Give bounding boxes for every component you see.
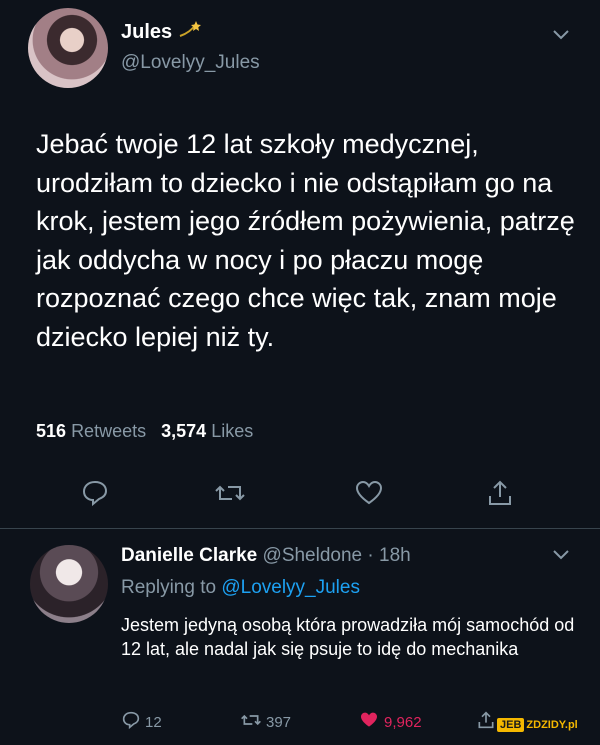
divider [0, 528, 600, 529]
watermark-text: ZDZIDY.pl [526, 719, 578, 731]
reply-reply-button[interactable]: 12 [121, 710, 162, 734]
share-button[interactable] [485, 478, 515, 513]
like-button[interactable] [354, 478, 384, 513]
reply-retweet-count: 397 [266, 713, 292, 731]
shooting-star-icon [178, 20, 202, 45]
heart-icon [354, 480, 384, 512]
replying-handle[interactable]: @Lovelyy_Jules [221, 577, 360, 598]
site-watermark: JEB ZDZIDY.pl [497, 718, 578, 732]
reply-share-button[interactable] [476, 710, 496, 734]
comment-icon [80, 480, 110, 512]
retweet-icon [240, 710, 262, 734]
share-icon [485, 480, 515, 512]
reply-avatar[interactable] [30, 545, 108, 623]
replying-to: Replying to @Lovelyy_Jules [121, 577, 360, 599]
share-icon [476, 710, 496, 734]
watermark-box: JEB [497, 718, 525, 732]
reply-like-button[interactable]: 9,962 [358, 710, 422, 734]
like-count[interactable]: 3,574 [161, 421, 206, 441]
author-handle[interactable]: @Lovelyy_Jules [121, 52, 260, 74]
reply-author-name[interactable]: Danielle Clarke [121, 545, 257, 566]
author-row: Jules [121, 20, 202, 45]
author-name[interactable]: Jules [121, 21, 172, 44]
heart-filled-icon [358, 710, 380, 734]
tweet-actions [0, 478, 600, 514]
chevron-down-icon[interactable] [552, 548, 570, 566]
like-label[interactable]: Likes [211, 421, 253, 441]
reply-reply-count: 12 [145, 713, 162, 731]
reply-handle-time[interactable]: @Sheldone · 18h [263, 545, 411, 566]
retweet-label[interactable]: Retweets [71, 421, 146, 441]
reply-button[interactable] [80, 478, 110, 513]
tweet-text: Jebać twoje 12 lat szkoły medycznej, uro… [36, 129, 575, 352]
reply-like-count: 9,962 [384, 713, 422, 731]
main-tweet: Jules @Lovelyy_Jules Jebać twoje 12 lat … [0, 0, 600, 528]
retweet-count[interactable]: 516 [36, 421, 66, 441]
avatar[interactable] [28, 8, 108, 88]
tweet-stats: 516 Retweets 3,574 Likes [36, 421, 253, 442]
chevron-down-icon[interactable] [552, 28, 570, 46]
reply-retweet-button[interactable]: 397 [240, 710, 291, 734]
retweet-icon [214, 485, 246, 512]
comment-icon [121, 710, 141, 734]
retweet-button[interactable] [214, 478, 246, 513]
reply-header: Danielle Clarke @Sheldone · 18h [121, 545, 411, 567]
reply-text: Jestem jedyną osobą która prowadziła mój… [121, 615, 575, 659]
replying-prefix: Replying to [121, 577, 217, 598]
